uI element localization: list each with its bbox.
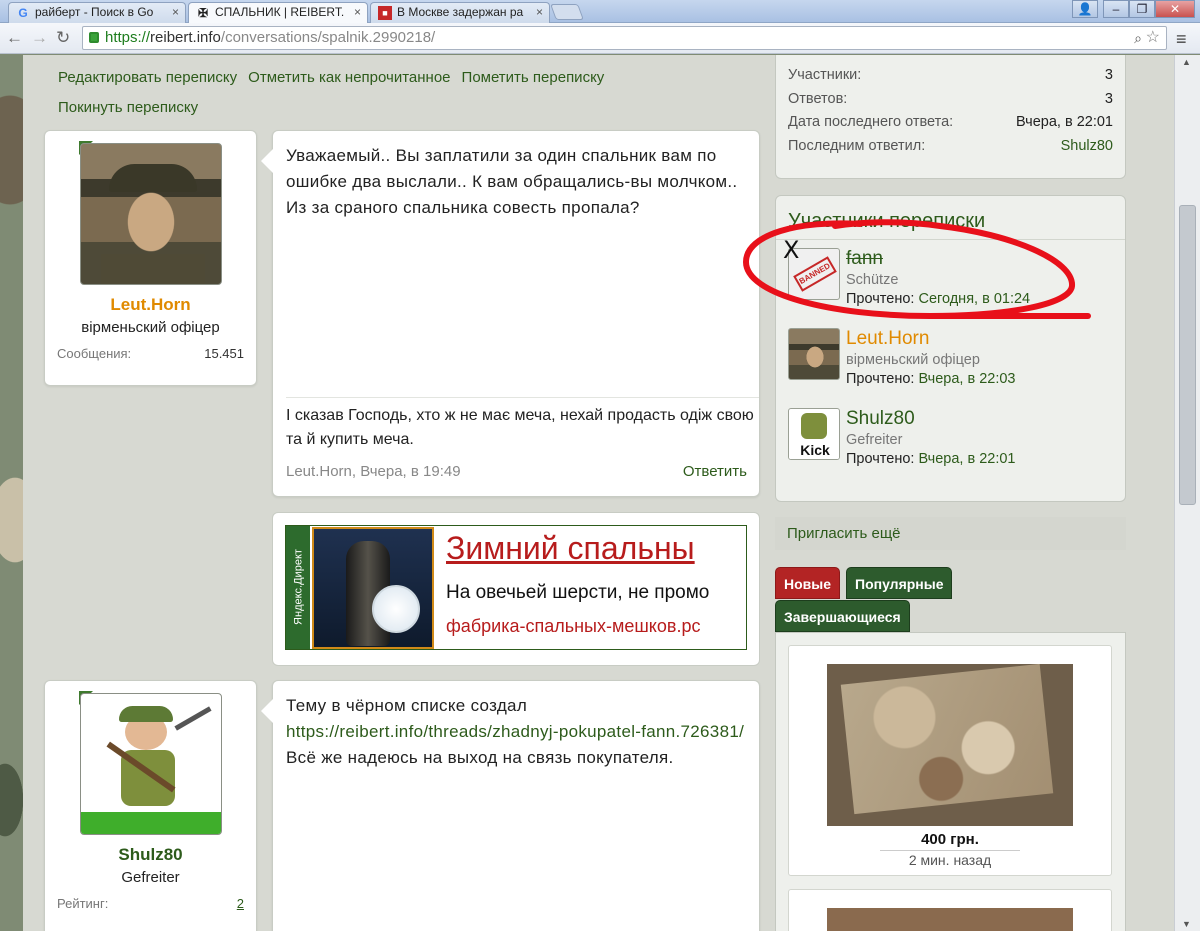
post-author-title: вірменьский офіцер (81, 319, 220, 336)
reload-icon[interactable]: ↻ (56, 26, 70, 50)
forward-icon[interactable]: → (31, 26, 48, 50)
close-tab-icon[interactable]: × (354, 3, 361, 22)
stat-last-replier: Последним ответил: Shulz80 (788, 137, 1113, 154)
message-post-1: Уважаемый.. Вы заплатили за один спальни… (261, 130, 760, 497)
avatar[interactable] (79, 143, 222, 285)
reply-link[interactable]: Ответить (683, 463, 747, 480)
tab-google-search[interactable]: G райберт - Поиск в Go × (8, 2, 186, 23)
bookmark-star-icon[interactable]: ☆ (1146, 27, 1160, 49)
post-author-name[interactable]: Leut.Horn (45, 295, 256, 315)
tab-ending[interactable]: Завершающиеся (775, 600, 910, 632)
post-author-title: Gefreiter (121, 869, 180, 886)
zoom-icon[interactable]: ⌕ (1134, 27, 1142, 49)
tab-new[interactable]: Новые (775, 567, 841, 599)
bubble-arrow (261, 699, 273, 723)
x-mark-annotation: X (783, 236, 800, 264)
minimize-button[interactable]: – (1103, 0, 1129, 18)
user-card-shulz80: Shulz80 Gefreiter Рейтинг: 2 (44, 680, 257, 931)
signature: І сказав Господь, хто ж не має меча, нех… (286, 397, 759, 452)
ad-url[interactable]: фабрика-спальных-мешков.рс (446, 616, 700, 637)
blacklist-thread-link[interactable]: https://reibert.info/threads/zhadnyj-pok… (286, 722, 744, 741)
participant-title: вірменьский офіцер (846, 352, 980, 368)
tab-news[interactable]: ■ В Москве задержан ра × (370, 2, 550, 23)
participant-name[interactable]: fann (846, 240, 1125, 270)
post-author-name[interactable]: Shulz80 (45, 845, 256, 865)
address-bar[interactable]: https://reibert.info/conversations/spaln… (82, 26, 1167, 50)
stat-replies: Ответов: 3 (788, 90, 1113, 107)
participant-name[interactable]: Shulz80 (846, 400, 1125, 430)
page-content: Редактировать переписку Отметить как непр… (23, 55, 1174, 931)
mark-unread-link[interactable]: Отметить как непрочитанное (248, 69, 450, 86)
invite-more-link[interactable]: Пригласить ещё (775, 517, 1126, 550)
participant-leut-horn: Leut.Horn вірменьский офіцер Прочтено: В… (776, 320, 1125, 400)
message-meta: Leut.Horn, Вчера, в 19:49 Ответить (286, 463, 747, 480)
participant-avatar[interactable]: Kick (788, 408, 840, 460)
yandex-direct-ad[interactable]: Яндекс.Директ Зимний спальны На овечьей … (272, 512, 760, 666)
lot-image[interactable] (827, 908, 1073, 931)
scroll-down-icon[interactable]: ▼ (1182, 919, 1191, 929)
conversation-actions: Редактировать переписку Отметить как непр… (58, 63, 758, 123)
restore-button[interactable]: ❐ (1129, 0, 1155, 18)
participant-shulz80: Kick Shulz80 Gefreiter Прочтено: Вчера, … (776, 400, 1125, 480)
bubble-arrow (261, 149, 273, 173)
auction-lots: 400 грн. 2 мин. назад (775, 632, 1126, 931)
participants-box: Участники переписки BANNED fann Schütze … (775, 195, 1126, 502)
message-text: Уважаемый.. Вы заплатили за один спальни… (286, 146, 738, 217)
lot-card[interactable]: 400 грн. 2 мин. назад (788, 645, 1112, 876)
participant-read: Прочтено: Вчера, в 22:03 (846, 371, 1016, 387)
participant-read: Прочтено: Сегодня, в 01:24 (846, 291, 1031, 307)
lock-icon (89, 32, 99, 43)
ad-label: Яндекс.Директ (286, 526, 310, 649)
participant-title: Gefreiter (846, 432, 903, 448)
participant-avatar[interactable] (788, 328, 840, 380)
lot-image-camo-pants[interactable] (827, 664, 1073, 826)
conversation-stats: Участники: 3 Ответов: 3 Дата последнего от… (775, 55, 1126, 179)
google-icon: G (18, 6, 28, 20)
toolbar: ← → ↻ https://reibert.info/conversations… (0, 23, 1200, 54)
lot-time: 2 мин. назад (880, 850, 1020, 868)
star-conversation-link[interactable]: Пометить переписку (462, 69, 605, 86)
post-author-stat: Сообщения: 15.451 (57, 346, 244, 361)
banned-stamp-icon: BANNED (793, 256, 837, 292)
participant-fann: BANNED fann Schütze Прочтено: Сегодня, в… (776, 240, 1125, 320)
iron-cross-icon: ✠ (197, 6, 209, 20)
lot-card[interactable] (788, 889, 1112, 931)
menu-icon[interactable]: ≡ (1176, 29, 1187, 50)
back-icon[interactable]: ← (6, 26, 23, 50)
lot-price: 400 грн. (921, 831, 979, 848)
tab-strip: G райберт - Поиск в Go × ✠ СПАЛЬНИК | RE… (0, 0, 1200, 24)
scroll-up-icon[interactable]: ▲ (1182, 57, 1191, 67)
ad-content[interactable]: Яндекс.Директ Зимний спальны На овечьей … (285, 525, 747, 650)
ad-title[interactable]: Зимний спальны (446, 530, 695, 567)
close-tab-icon[interactable]: × (536, 3, 543, 22)
vertical-scrollbar[interactable]: ▲ ▼ (1174, 55, 1200, 931)
scroll-thumb[interactable] (1179, 205, 1196, 505)
close-window-button[interactable]: ✕ (1155, 0, 1195, 18)
news-icon: ■ (378, 6, 392, 20)
avatar[interactable] (79, 693, 222, 835)
user-icon[interactable]: 👤 (1072, 0, 1098, 18)
user-card-leut-horn: Leut.Horn вірменьский офіцер Сообщения: … (44, 130, 257, 386)
ad-description: На овечьей шерсти, не промо (446, 582, 710, 603)
kick-label: Kick (789, 441, 839, 459)
participants-title: Участники переписки (776, 196, 1125, 240)
message-post-2: Тему в чёрном списке создал https://reib… (261, 680, 760, 931)
close-tab-icon[interactable]: × (172, 3, 179, 22)
tab-reibert[interactable]: ✠ СПАЛЬНИК | REIBERT. × (188, 2, 368, 24)
participant-read: Прочтено: Вчера, в 22:01 (846, 451, 1016, 467)
ad-image-sleeping-bag[interactable] (312, 527, 434, 649)
leave-conversation-link[interactable]: Покинуть переписку (58, 99, 198, 116)
edit-conversation-link[interactable]: Редактировать переписку (58, 69, 237, 86)
message-author-date[interactable]: Leut.Horn, Вчера, в 19:49 (286, 463, 461, 480)
stat-last-reply-date: Дата последнего ответа: Вчера, в 22:01 (788, 114, 1113, 130)
tab-popular[interactable]: Популярные (846, 567, 953, 599)
stat-participants: Участники: 3 (788, 67, 1113, 83)
participant-title: Schütze (846, 272, 899, 288)
post-author-stat: Рейтинг: 2 (57, 896, 244, 911)
new-tab-button[interactable] (550, 4, 584, 20)
participant-name[interactable]: Leut.Horn (846, 320, 1125, 350)
message-text: Тему в чёрном списке создал https://reib… (286, 696, 745, 767)
